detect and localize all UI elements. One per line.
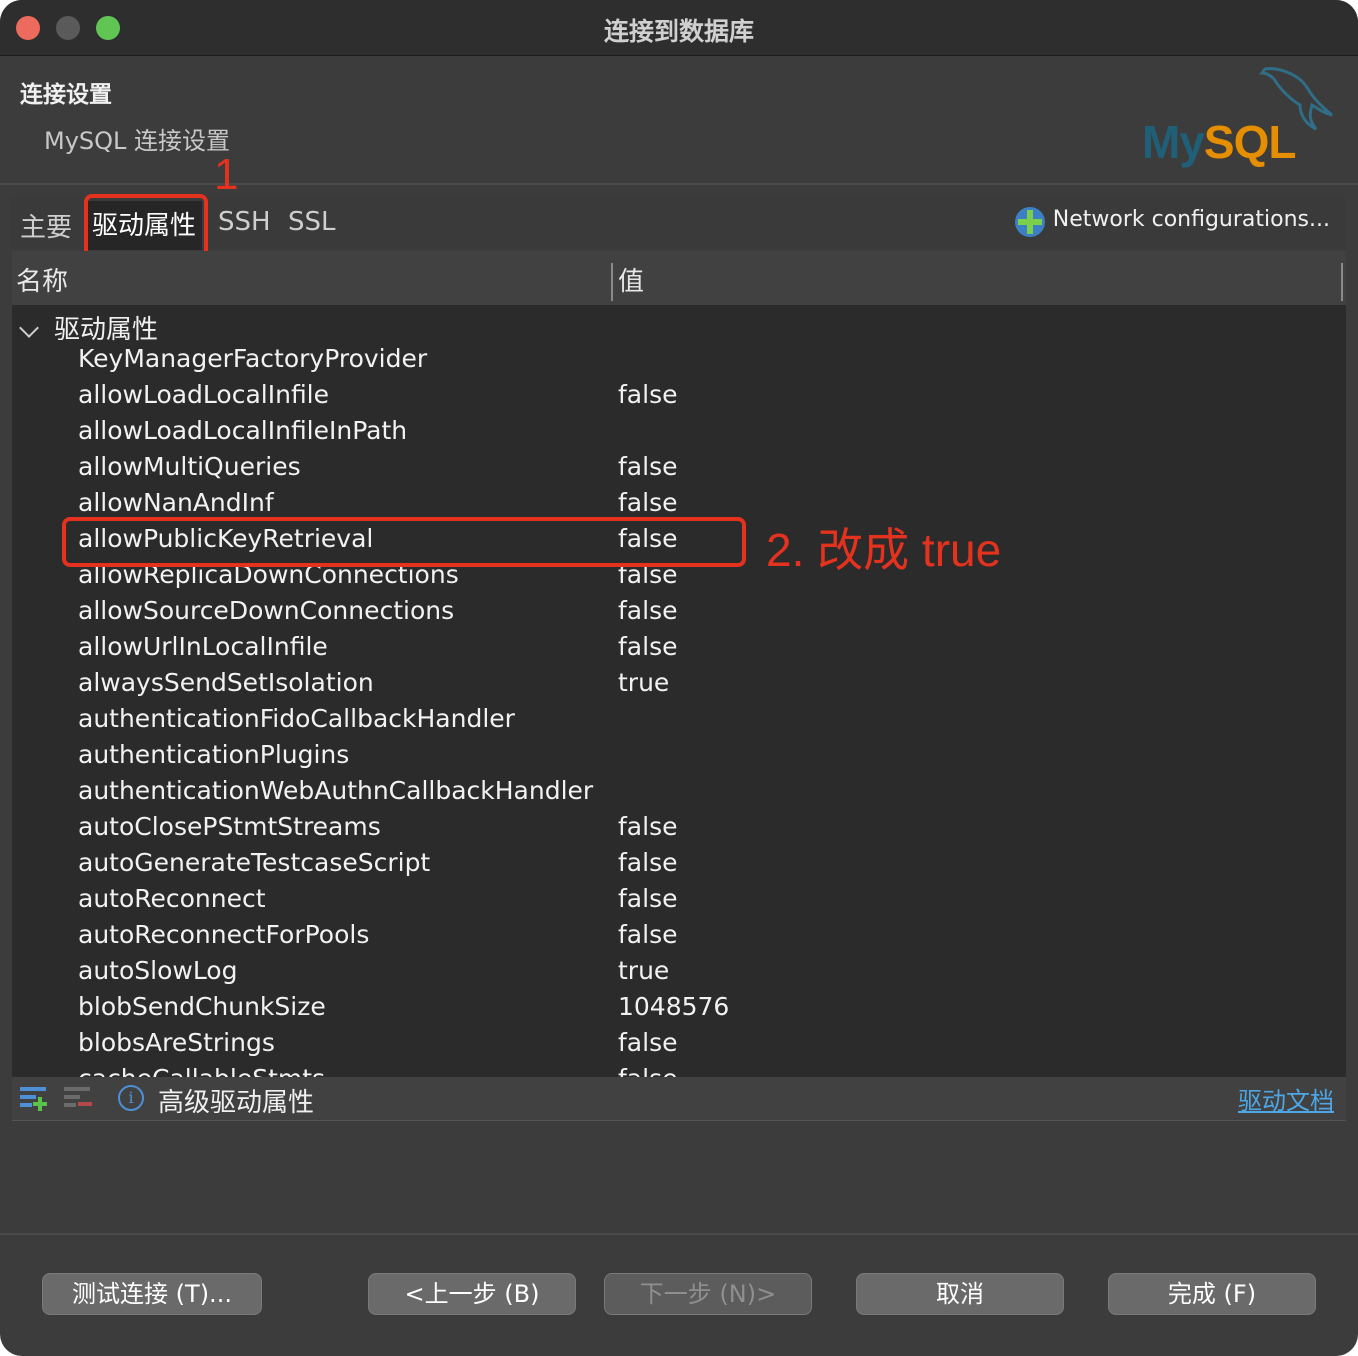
property-value[interactable]: false xyxy=(618,632,677,661)
table-row[interactable]: autoClosePStmtStreams false xyxy=(12,809,1346,845)
table-row[interactable]: allowSourceDownConnections false xyxy=(12,593,1346,629)
property-value[interactable]: false xyxy=(618,812,677,841)
advanced-driver-properties-label: 高级驱动属性 xyxy=(158,1088,315,1118)
mysql-logo-text: MySQL xyxy=(1142,116,1296,168)
page-subtitle: MySQL 连接设置 xyxy=(44,127,231,155)
property-name: blobsAreStrings xyxy=(78,1028,275,1057)
property-value[interactable]: false xyxy=(618,596,677,625)
property-name: allowLoadLocalInfile xyxy=(78,380,330,409)
column-divider-end xyxy=(1341,263,1343,301)
property-name: blobSendChunkSize xyxy=(78,992,326,1021)
property-value[interactable]: false xyxy=(618,920,677,949)
table-row[interactable]: autoGenerateTestcaseScript false xyxy=(12,845,1346,881)
table-row[interactable]: allowMultiQueries false xyxy=(12,449,1346,485)
driver-docs-link[interactable]: 驱动文档 xyxy=(1238,1081,1334,1116)
previous-button[interactable]: <上一步 (B) xyxy=(368,1273,576,1315)
tab-ssh[interactable]: SSH xyxy=(218,207,271,237)
property-value[interactable]: true xyxy=(618,668,669,697)
table-row[interactable]: allowLoadLocalInfile false xyxy=(12,377,1346,413)
window-title: 连接到数据库 xyxy=(603,17,754,46)
property-value[interactable]: 1048576 xyxy=(618,992,729,1021)
table-row[interactable]: authenticationFidoCallbackHandler xyxy=(12,701,1346,737)
table-row[interactable]: KeyManagerFactoryProvider xyxy=(12,341,1346,377)
property-value[interactable]: false xyxy=(618,848,677,877)
table-row[interactable]: autoReconnect false xyxy=(12,881,1346,917)
property-value[interactable]: false xyxy=(618,380,677,409)
cancel-button[interactable]: 取消 xyxy=(856,1273,1064,1315)
property-name: allowMultiQueries xyxy=(78,452,301,481)
property-value[interactable]: false xyxy=(618,488,677,517)
property-name: authenticationFidoCallbackHandler xyxy=(78,704,515,733)
property-name: autoGenerateTestcaseScript xyxy=(78,848,431,877)
column-divider[interactable] xyxy=(611,263,613,301)
property-name: allowSourceDownConnections xyxy=(78,596,455,625)
property-name: autoSlowLog xyxy=(78,956,238,985)
finish-button[interactable]: 完成 (F) xyxy=(1108,1273,1316,1315)
column-header-value[interactable]: 值 xyxy=(618,261,644,298)
table-row[interactable]: authenticationWebAuthnCallbackHandler xyxy=(12,773,1346,809)
annotation-box-row xyxy=(62,517,746,567)
tab-ssl[interactable]: SSL xyxy=(288,207,336,237)
property-name: autoClosePStmtStreams xyxy=(78,812,381,841)
annotation-step1: 1 xyxy=(214,150,239,199)
test-connection-button[interactable]: 测试连接 (T)... xyxy=(42,1273,262,1315)
table-toolbar: i 高级驱动属性 驱动文档 xyxy=(12,1077,1346,1121)
connect-dialog: 连接到数据库 连接设置 MySQL 连接设置 MySQL 主要 驱动属性 SSH… xyxy=(0,0,1358,1356)
property-name: authenticationWebAuthnCallbackHandler xyxy=(78,776,594,805)
property-name: alwaysSendSetIsolation xyxy=(78,668,374,697)
property-name: authenticationPlugins xyxy=(78,740,350,769)
table-row[interactable]: autoSlowLog true xyxy=(12,953,1346,989)
property-name: autoReconnect xyxy=(78,884,266,913)
annotation-step2: 2. 改成 true xyxy=(766,524,1002,576)
property-value[interactable]: true xyxy=(618,956,669,985)
property-value[interactable]: false xyxy=(618,884,677,913)
tab-bar: 主要 驱动属性 SSH SSL Network configurations..… xyxy=(10,197,1346,250)
table-row[interactable]: blobsAreStrings false xyxy=(12,1025,1346,1061)
plus-icon xyxy=(1014,207,1045,237)
add-property-icon[interactable] xyxy=(18,1083,50,1113)
remove-property-icon[interactable] xyxy=(62,1083,94,1113)
mysql-logo: MySQL xyxy=(1140,63,1345,175)
property-name: allowLoadLocalInfileInPath xyxy=(78,416,408,445)
table-row[interactable]: blobSendChunkSize 1048576 xyxy=(12,989,1346,1025)
property-value[interactable]: false xyxy=(618,1064,677,1077)
property-name: autoReconnectForPools xyxy=(78,920,370,949)
table-header: 名称 值 xyxy=(12,251,1346,305)
property-value[interactable]: false xyxy=(618,452,677,481)
property-name: allowNanAndInf xyxy=(78,488,274,517)
property-name: cacheCallableStmts xyxy=(78,1064,325,1077)
next-button[interactable]: 下一步 (N)> xyxy=(604,1273,812,1315)
table-row[interactable]: allowUrlInLocalInfile false xyxy=(12,629,1346,665)
title-bar: 连接到数据库 xyxy=(0,0,1358,56)
connection-settings-header: 连接设置 MySQL 连接设置 MySQL xyxy=(0,57,1358,185)
page-title: 连接设置 xyxy=(20,82,112,108)
chevron-down-icon[interactable] xyxy=(19,317,39,338)
column-header-name[interactable]: 名称 xyxy=(16,261,68,298)
property-name: allowUrlInLocalInfile xyxy=(78,632,328,661)
tab-main[interactable]: 主要 xyxy=(20,207,72,244)
info-icon: i xyxy=(118,1085,144,1111)
property-name: KeyManagerFactoryProvider xyxy=(78,344,428,373)
table-row[interactable]: alwaysSendSetIsolation true xyxy=(12,665,1346,701)
driver-properties-table: 名称 值 驱动属性 KeyManagerFactoryProvider allow… xyxy=(12,251,1346,1077)
table-row[interactable]: allowLoadLocalInfileInPath xyxy=(12,413,1346,449)
table-row[interactable]: authenticationPlugins xyxy=(12,737,1346,773)
table-row[interactable]: cacheCallableStmts false xyxy=(12,1061,1346,1077)
table-row[interactable]: allowNanAndInf false xyxy=(12,485,1346,521)
property-value[interactable]: false xyxy=(618,1028,677,1057)
network-configurations-button[interactable]: Network configurations... xyxy=(1014,207,1330,237)
network-configurations-label: Network configurations... xyxy=(1052,207,1330,232)
table-row[interactable]: autoReconnectForPools false xyxy=(12,917,1346,953)
property-rows: KeyManagerFactoryProvider allowLoadLocalI… xyxy=(12,341,1346,1077)
